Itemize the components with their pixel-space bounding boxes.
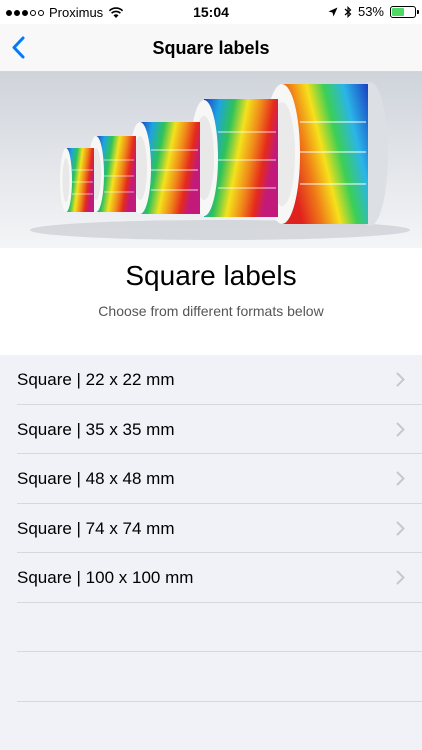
hero-image bbox=[0, 72, 422, 248]
nav-title: Square labels bbox=[152, 38, 270, 58]
list-item-square-74[interactable]: Square | 74 x 74 mm bbox=[17, 504, 422, 553]
list-item-label: Square | 48 x 48 mm bbox=[17, 469, 175, 488]
page-subtitle: Choose from different formats below bbox=[98, 303, 324, 319]
empty-row bbox=[17, 652, 422, 702]
list-item-square-35[interactable]: Square | 35 x 35 mm bbox=[17, 405, 422, 454]
list-item-square-22[interactable]: Square | 22 x 22 mm bbox=[17, 355, 422, 405]
bluetooth-icon bbox=[344, 5, 352, 18]
status-right: 53% bbox=[328, 4, 419, 19]
chevron-right-icon bbox=[396, 521, 405, 535]
chevron-right-icon bbox=[396, 570, 405, 585]
list-item-label: Square | 74 x 74 mm bbox=[17, 518, 175, 538]
empty-row bbox=[17, 603, 422, 652]
chevron-right-icon bbox=[396, 471, 405, 486]
list-item-square-100[interactable]: Square | 100 x 100 mm bbox=[17, 553, 422, 603]
list-item-square-48[interactable]: Square | 48 x 48 mm bbox=[17, 454, 422, 504]
chevron-right-icon bbox=[396, 372, 405, 387]
battery-percent: 53% bbox=[357, 4, 384, 19]
format-list: Square | 22 x 22 mm Square | 35 x 35 mm … bbox=[0, 355, 422, 750]
chevron-right-icon bbox=[396, 422, 405, 436]
list-item-label: Square | 35 x 35 mm bbox=[17, 419, 175, 439]
list-item-label: Square | 22 x 22 mm bbox=[17, 370, 175, 389]
label-rolls-illustration bbox=[0, 72, 422, 248]
battery-icon bbox=[390, 5, 419, 18]
navigation-bar: Square labels bbox=[0, 24, 422, 72]
location-icon bbox=[328, 7, 338, 16]
battery-fill bbox=[392, 7, 404, 16]
status-bar: Proximus 15:04 53% bbox=[0, 0, 422, 24]
page-title: Square labels bbox=[125, 260, 297, 291]
battery-tip bbox=[417, 9, 419, 14]
list-item-label: Square | 100 x 100 mm bbox=[17, 568, 194, 587]
